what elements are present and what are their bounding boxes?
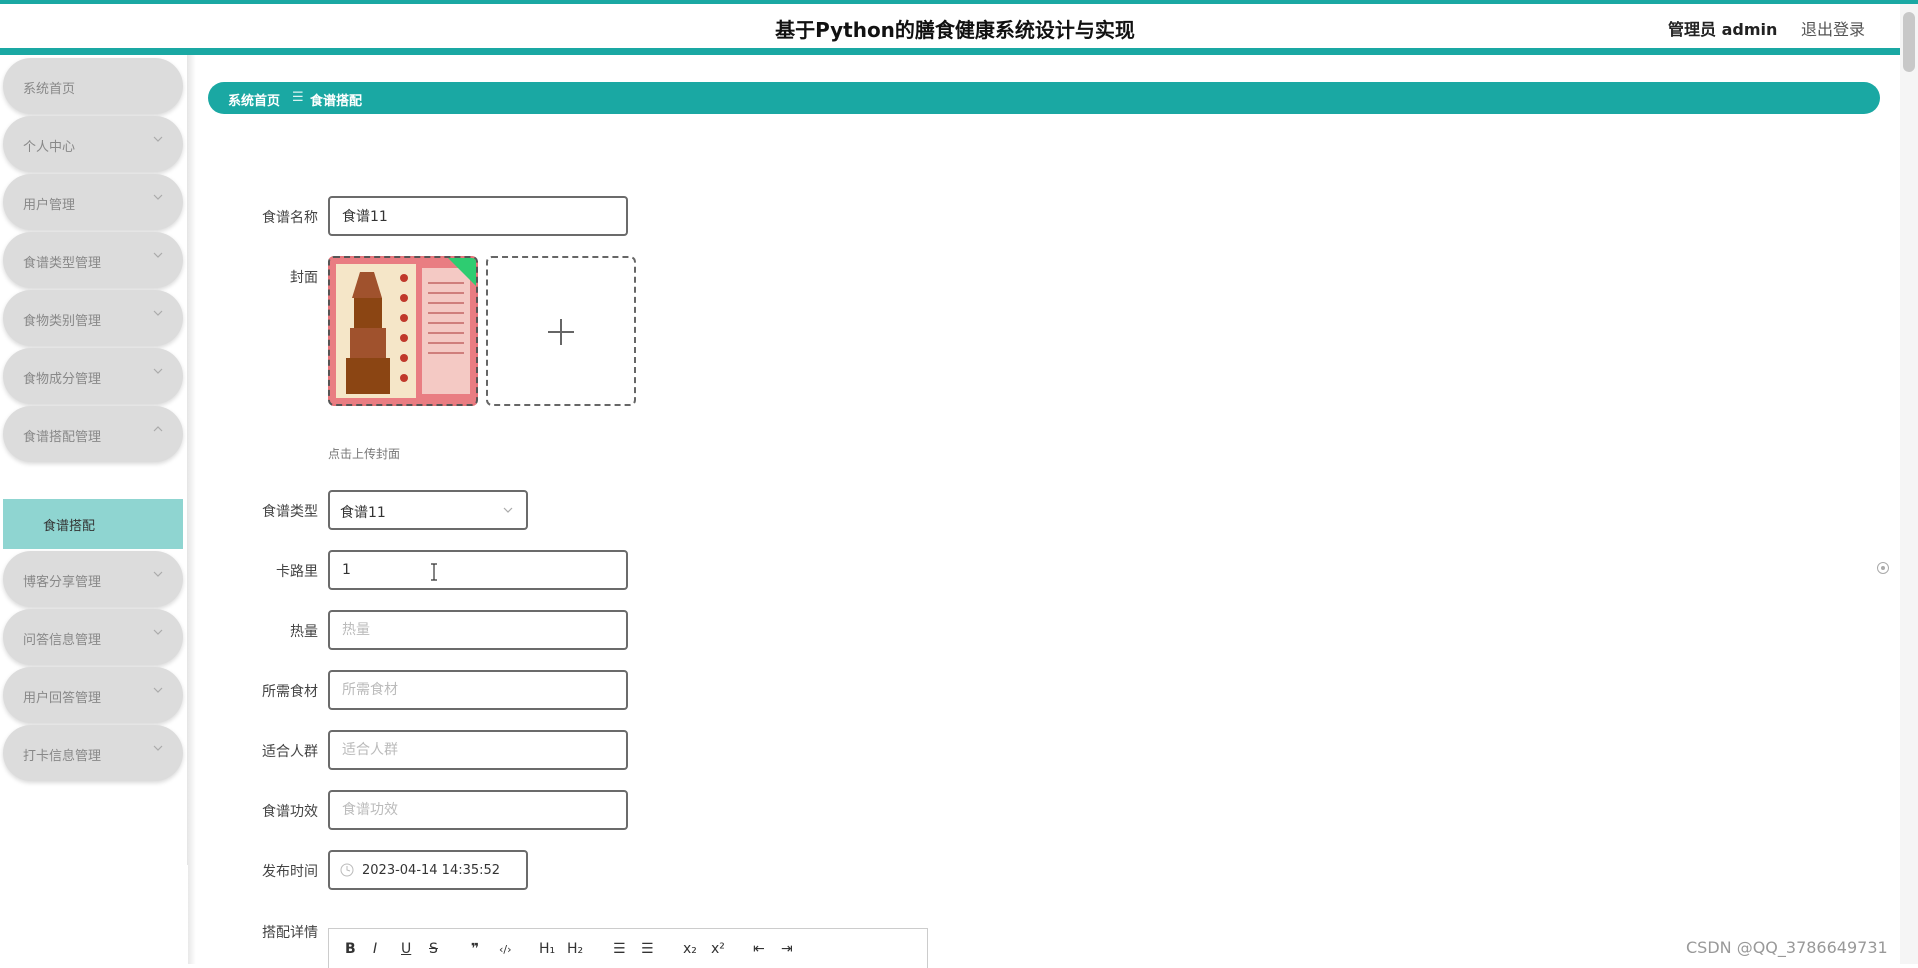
- sidebar-item-label: 食谱搭配管理: [23, 430, 102, 445]
- user-name: 管理员 admin: [1668, 20, 1778, 39]
- sidebar-item-label: 问答信息管理: [23, 633, 102, 648]
- heading2-button[interactable]: H₂: [567, 941, 583, 957]
- chevron-down-icon: [153, 368, 163, 374]
- sidebar-item-label: 用户管理: [23, 198, 76, 213]
- chevron-down-icon: [153, 571, 163, 577]
- plus-icon: [548, 319, 574, 345]
- bullet-list-button[interactable]: ☰: [641, 941, 654, 957]
- suitable-people-input[interactable]: [328, 730, 628, 770]
- calories-input[interactable]: [328, 550, 628, 590]
- header-accent-bar: [0, 48, 1918, 55]
- sidebar-subitem-label: 食谱搭配: [43, 519, 96, 534]
- sidebar-item-label: 博客分享管理: [23, 575, 102, 590]
- breadcrumb-separator-icon: ☰: [292, 90, 304, 105]
- publish-time-picker[interactable]: 2023-04-14 14:35:52: [328, 850, 528, 890]
- sidebar-item-personal-center[interactable]: 个人中心: [3, 116, 183, 172]
- scroll-indicator-icon: [1877, 562, 1889, 574]
- sidebar-subitem-recipe-pairing[interactable]: 食谱搭配: [3, 499, 183, 549]
- cover-image: [330, 258, 476, 404]
- text-cursor-icon: [431, 563, 437, 581]
- sidebar-item-home[interactable]: 系统首页: [3, 58, 183, 114]
- bold-button[interactable]: B: [345, 941, 356, 957]
- recipe-type-label: 食谱类型: [262, 504, 318, 520]
- recipe-type-value: 食谱11: [340, 505, 386, 521]
- recipe-effect-label: 食谱功效: [262, 804, 318, 820]
- publish-time-value: 2023-04-14 14:35:52: [362, 863, 501, 878]
- watermark-text: CSDN @QQ_3786649731: [1686, 938, 1888, 957]
- sidebar-item-label: 食物类别管理: [23, 314, 102, 329]
- scrollbar-thumb[interactable]: [1903, 12, 1915, 72]
- sidebar-item-food-category[interactable]: 食物类别管理: [3, 290, 183, 346]
- chevron-down-icon: [153, 252, 163, 258]
- sidebar-item-label: 用户回答管理: [23, 691, 102, 706]
- rich-text-toolbar: B I U S ❞ ‹/› H₁ H₂ ☰ ☰ x₂ x² ⇤ ⇥: [328, 928, 928, 968]
- chevron-down-icon: [153, 687, 163, 693]
- sidebar-item-label: 食物成分管理: [23, 372, 102, 387]
- superscript-button[interactable]: x²: [711, 941, 725, 957]
- underline-button[interactable]: U: [401, 941, 411, 957]
- sidebar-item-user-answers[interactable]: 用户回答管理: [3, 667, 183, 723]
- outdent-button[interactable]: ⇤: [753, 941, 765, 957]
- sidebar-item-checkin-info[interactable]: 打卡信息管理: [3, 725, 183, 781]
- cover-image-thumbnail[interactable]: [328, 256, 478, 406]
- code-block-button[interactable]: ‹/›: [499, 943, 512, 956]
- sidebar-item-food-nutrition[interactable]: 食物成分管理: [3, 348, 183, 404]
- recipe-effect-input[interactable]: [328, 790, 628, 830]
- heading1-button[interactable]: H₁: [539, 941, 555, 957]
- breadcrumb-current: 食谱搭配: [310, 94, 363, 109]
- chevron-down-icon: [153, 194, 163, 200]
- page-scrollbar[interactable]: [1900, 4, 1918, 964]
- sidebar-item-label: 打卡信息管理: [23, 749, 102, 764]
- sidebar-divider: [188, 55, 196, 964]
- italic-button[interactable]: I: [373, 941, 377, 957]
- breadcrumb-home[interactable]: 系统首页: [228, 90, 280, 109]
- sidebar: 系统首页 个人中心 用户管理 食谱类型管理 食物类别管理 食物成分管理 食谱搭配…: [0, 55, 188, 865]
- chevron-down-icon: [503, 507, 513, 513]
- recipe-type-select[interactable]: 食谱11: [328, 490, 528, 530]
- logout-button[interactable]: 退出登录: [1801, 16, 1865, 40]
- sidebar-item-label: 系统首页: [23, 82, 76, 97]
- strikethrough-button[interactable]: S: [429, 941, 438, 957]
- ingredients-label: 所需食材: [262, 684, 318, 700]
- app-title: 基于Python的膳食健康系统设计与实现: [775, 18, 1135, 42]
- clock-icon: [340, 863, 354, 877]
- indent-button[interactable]: ⇥: [781, 941, 793, 957]
- chevron-down-icon: [153, 745, 163, 751]
- sidebar-item-qa-info[interactable]: 问答信息管理: [3, 609, 183, 665]
- recipe-name-label: 食谱名称: [262, 210, 318, 226]
- sidebar-item-label: 个人中心: [23, 140, 76, 155]
- breadcrumb: 系统首页 ☰ 食谱搭配: [208, 82, 1880, 114]
- sidebar-item-recipe-type[interactable]: 食谱类型管理: [3, 232, 183, 288]
- recipe-name-input[interactable]: [328, 196, 628, 236]
- blockquote-button[interactable]: ❞: [471, 941, 479, 957]
- heat-label: 热量: [290, 624, 318, 640]
- header: 基于Python的膳食健康系统设计与实现 管理员 admin 退出登录: [0, 4, 1918, 50]
- cover-upload-button[interactable]: [486, 256, 636, 406]
- publish-time-label: 发布时间: [262, 864, 318, 880]
- suitable-people-label: 适合人群: [262, 744, 318, 760]
- chevron-down-icon: [153, 629, 163, 635]
- cover-upload-hint: 点击上传封面: [328, 447, 401, 461]
- heat-input[interactable]: [328, 610, 628, 650]
- cover-label: 封面: [290, 270, 318, 286]
- sidebar-item-user-management[interactable]: 用户管理: [3, 174, 183, 230]
- chevron-down-icon: [153, 310, 163, 316]
- chevron-down-icon: [153, 136, 163, 142]
- ordered-list-button[interactable]: ☰: [613, 941, 626, 957]
- sidebar-item-blog-share[interactable]: 博客分享管理: [3, 551, 183, 607]
- sidebar-item-recipe-pairing[interactable]: 食谱搭配管理: [3, 406, 183, 462]
- chevron-up-icon: [153, 426, 163, 432]
- subscript-button[interactable]: x₂: [683, 941, 697, 957]
- ingredients-input[interactable]: [328, 670, 628, 710]
- detail-label: 搭配详情: [262, 925, 318, 941]
- calories-label: 卡路里: [276, 564, 318, 580]
- sidebar-item-label: 食谱类型管理: [23, 256, 102, 271]
